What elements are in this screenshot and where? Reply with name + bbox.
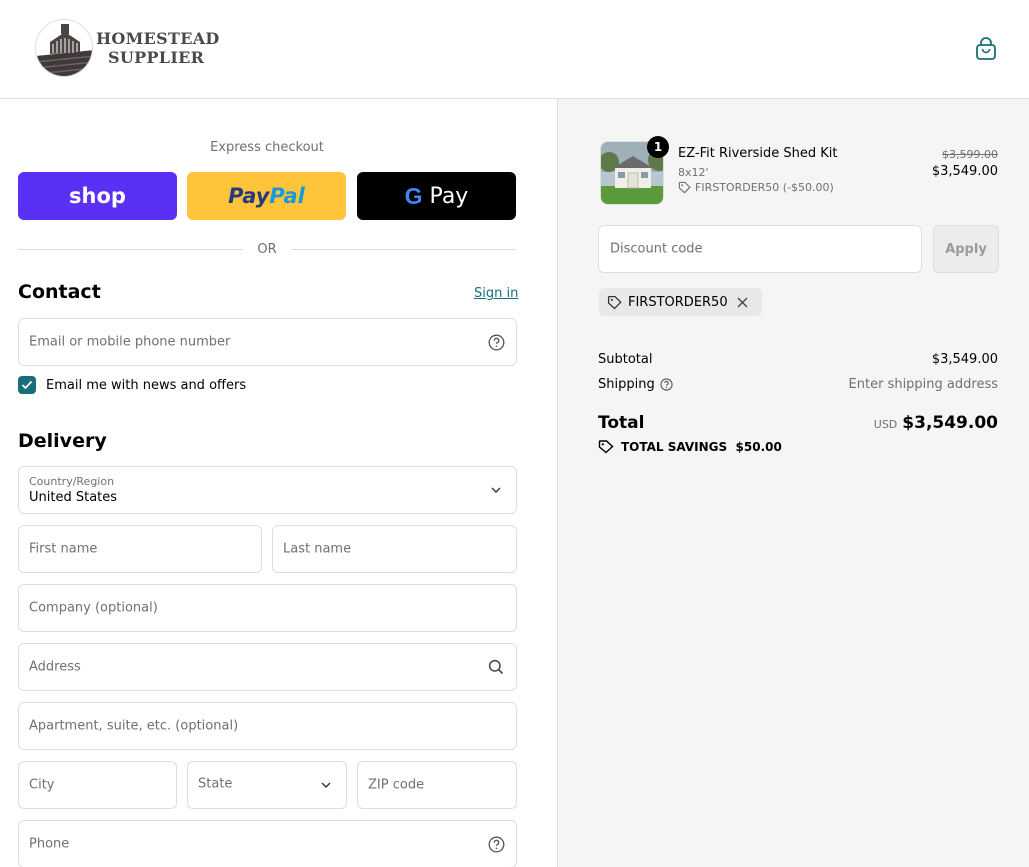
help-circle-icon[interactable] [660,378,673,391]
apply-discount-button[interactable]: Apply [933,225,999,273]
product-variant: 8x12' [678,166,709,179]
country-select[interactable]: Country/Region United States [18,466,517,514]
product-discount-label: FIRSTORDER50 (-$50.00) [695,181,834,194]
country-value: United States [29,490,118,505]
first-name-placeholder: First name [29,541,98,557]
order-summary: 1 EZ-Fit Riverside Shed Kit 8x12' FIRSTO… [557,99,1029,867]
divider-line [290,248,517,250]
tag-icon [607,295,622,309]
google-pay-label: Pay [429,183,469,209]
subtotal-value: $3,549.00 [931,352,998,367]
paypal-button[interactable]: Pay Pal [187,172,346,220]
sign-in-link[interactable]: Sign in [474,286,518,301]
store-logo[interactable]: HOMESTEAD SUPPLIER [35,19,220,77]
phone-placeholder: Phone [29,836,70,852]
zip-field[interactable]: ZIP code [357,761,517,809]
or-divider: OR [18,240,517,258]
brand-name: HOMESTEAD SUPPLIER [96,29,220,67]
brand-line-2: SUPPLIER [108,48,205,67]
last-name-field[interactable]: Last name [272,525,517,573]
city-field[interactable]: City [18,761,177,809]
logo-emblem-icon [35,19,93,77]
shipping-row: Shipping Enter shipping address [598,377,998,392]
help-circle-icon[interactable] [487,333,505,351]
discount-code-placeholder: Discount code [610,241,703,257]
applied-code-label: FIRSTORDER50 [628,294,728,310]
product-price: $3,549.00 [931,164,998,179]
shipping-value: Enter shipping address [848,377,998,392]
header: HOMESTEAD SUPPLIER [0,0,1029,99]
subtotal-label: Subtotal [598,352,653,367]
total-row: Total USD $3,549.00 [598,413,998,433]
shopping-bag-icon [976,37,996,60]
state-select[interactable]: State [187,761,347,809]
currency-code: USD [873,418,898,431]
company-placeholder: Company (optional) [29,600,158,616]
delivery-heading: Delivery [18,430,107,452]
savings-value: $50.00 [735,439,782,454]
shop-pay-label: shop [69,184,126,208]
brand-line-1: HOMESTEAD [96,29,220,48]
zip-placeholder: ZIP code [368,777,425,793]
first-name-field[interactable]: First name [18,525,262,573]
city-placeholder: City [29,777,55,793]
product-discount: FIRSTORDER50 (-$50.00) [678,181,834,194]
paypal-label-part2: Pal [269,184,305,208]
original-price: $3,599.00 [942,148,998,161]
company-field[interactable]: Company (optional) [18,584,517,632]
tag-icon [598,440,614,454]
cart-button[interactable] [973,36,999,62]
total-savings: TOTAL SAVINGS $50.00 [598,439,782,454]
news-offers-checkbox[interactable]: Email me with news and offers [18,376,246,394]
apartment-placeholder: Apartment, suite, etc. (optional) [29,718,239,734]
shop-pay-button[interactable]: shop [18,172,177,220]
remove-code-close-icon[interactable] [737,297,754,308]
chevron-down-icon [317,776,335,794]
or-label: OR [257,241,277,257]
country-label: Country/Region [29,475,115,488]
quantity-badge: 1 [647,136,669,158]
shipping-label-group: Shipping [598,377,673,392]
subtotal-row: Subtotal $3,549.00 [598,352,998,367]
divider-line [18,248,244,250]
address-placeholder: Address [29,659,81,675]
total-value: $3,549.00 [902,413,998,433]
contact-heading: Contact [18,281,101,303]
checkmark-icon [21,380,33,390]
google-g-icon: G [404,182,423,209]
applied-code-chip: FIRSTORDER50 [599,288,762,316]
address-field[interactable]: Address [18,643,517,691]
email-field[interactable]: Email or mobile phone number [18,318,517,366]
chevron-down-icon [487,481,505,499]
checkout-form: Express checkout shop Pay Pal G Pay OR Co… [0,99,557,867]
discount-code-input[interactable]: Discount code [598,225,922,273]
apartment-field[interactable]: Apartment, suite, etc. (optional) [18,702,517,750]
search-icon [487,658,505,676]
express-checkout-title: Express checkout [210,140,324,155]
shipping-label: Shipping [598,377,655,392]
google-pay-button[interactable]: G Pay [357,172,516,220]
savings-label: TOTAL SAVINGS [621,439,728,454]
last-name-placeholder: Last name [283,541,352,557]
email-placeholder: Email or mobile phone number [29,334,231,350]
checkbox-checked[interactable] [18,376,36,394]
phone-field[interactable]: Phone [18,820,517,867]
product-name: EZ-Fit Riverside Shed Kit [678,146,838,161]
total-label: Total [598,413,645,433]
help-circle-icon[interactable] [487,835,505,853]
paypal-label-part1: Pay [228,184,270,208]
state-placeholder: State [198,776,233,792]
news-offers-label: Email me with news and offers [46,377,247,393]
tag-icon [678,181,691,194]
